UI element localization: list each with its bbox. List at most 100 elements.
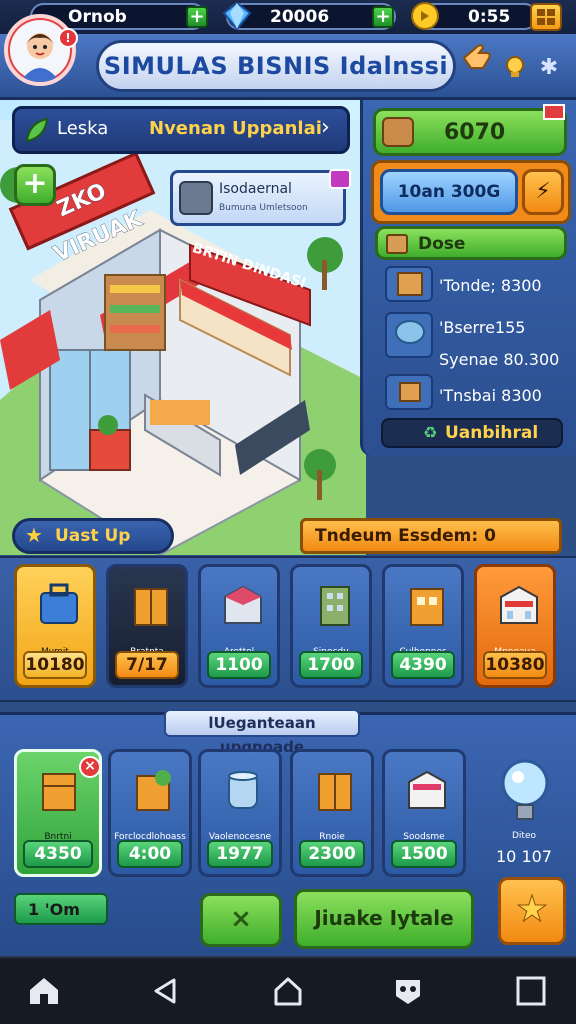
section-header[interactable]: Dose [375,226,567,260]
briefcase-icon [382,117,414,147]
shop-card-price: 10380 [483,651,547,679]
shop-card[interactable]: Arettol 1100 [198,564,280,688]
inventory-list: 'Tonde; 8300 'Bserre155 Syenae 80.300 'T… [381,262,571,412]
info-card[interactable]: Isodaernal Bumuna Umletsoon [170,169,351,226]
shop-card[interactable]: Sinocdu 1700 [290,564,372,688]
location-value: Nvenan Uppanlai [149,118,322,139]
list-item[interactable]: 'Tnsbai 8300 [381,374,571,414]
package-icon [386,234,408,254]
notification-badge[interactable]: ! [58,28,78,48]
office-building-icon [313,581,357,629]
chevron-right-icon: › [321,115,330,140]
upgrade-card[interactable]: × Bnrtni 4350 [14,749,102,877]
shop-card[interactable]: Mvmit 10180 [14,564,96,688]
carton-icon [313,766,357,814]
player-avatar[interactable] [4,14,76,86]
shop-card-price: 4390 [391,651,455,679]
cash-value: 6070 [444,120,506,145]
home-outline-icon[interactable] [268,974,308,1010]
counter-value: 1 'Om [28,900,80,919]
location-bar[interactable]: Leska Nvenan Uppanlai › [12,106,350,154]
panel-action-button[interactable]: ♻ Uanbihral [381,418,563,448]
add-gems-button[interactable]: + [372,6,394,28]
recent-apps-icon[interactable] [510,974,550,1010]
lightbulb-icon[interactable] [498,757,552,827]
favorite-star-button[interactable]: ★ [498,877,566,945]
mall-icon [497,581,541,629]
page-title: SIMULAS BISNIS Idalnssi [96,40,456,92]
panel-action-label: Uanbihral [445,423,539,443]
upgrade-action-button[interactable]: Jiuake Iytale [294,889,474,949]
collect-income-button[interactable]: ⚡ [522,169,564,215]
upgrade-panel: lUeganteaan upgnoade × Bnrtni 4350 Forcl… [0,709,576,956]
upgrade-card-price: 1977 [207,840,273,868]
upgrade-card[interactable]: Vaolenocesne 1977 [198,749,282,877]
box-icon [385,374,433,410]
list-item[interactable]: 'Tonde; 8300 [381,264,571,304]
section-title: Dose [418,234,466,254]
menu-grid-button[interactable] [530,3,562,31]
trophy-icon[interactable] [502,54,528,80]
store-illustration [0,120,366,555]
upgrade-card-price: 2300 [299,840,365,868]
income-box: 10an 300G ⚡ [371,160,571,224]
gem-icon [222,1,252,31]
upgrade-card[interactable]: Soodsme 1500 [382,749,466,877]
shop-card[interactable]: Mnneaua 10380 [474,564,556,688]
list-item-label: 'Tonde; 8300 [439,276,542,295]
upgrade-card[interactable]: Forclocdlohoass 4:00 [108,749,192,877]
stats-panel: 6070 10an 300G ⚡ Dose 'Tonde; 8300 'Bser… [360,100,576,456]
back-icon[interactable] [146,974,186,1010]
location-label: Leska [57,118,109,139]
upgrade-card-price: 4:00 [117,840,183,868]
hand-pointer-icon [458,40,492,74]
toolbox-icon [37,581,81,629]
list-item-label: 'Tnsbai 8300 [439,386,542,405]
upgrade-title: lUeganteaan upgnoade [164,709,360,756]
shop-row: Mvmit 10180 Bratnta 7/17 Arettol 1100 Si… [0,556,576,702]
home-icon[interactable] [24,974,64,1010]
unlock-label: Uast Up [55,526,131,546]
assistant-icon[interactable] [388,974,428,1010]
star-icon: ★ [25,523,43,547]
remove-badge-icon[interactable]: × [79,756,99,778]
plant-crate-icon [131,766,175,814]
income-button[interactable]: 10an 300G [380,169,518,215]
unlock-bar[interactable]: ★ Uast Up [12,518,174,554]
shop-card[interactable]: Bratnta 7/17 [106,564,188,688]
list-item-label: 'Bserre155 [439,318,526,337]
shop-card-price: 7/17 [115,651,179,679]
bottom-navigation [0,956,576,1024]
coins-count: 0:55 [468,6,511,27]
add-building-button[interactable]: + [14,164,56,206]
add-energy-button[interactable]: + [186,6,208,28]
upgrade-card[interactable]: Rnoie 2300 [290,749,374,877]
shop-building-icon [221,581,265,629]
trend-bar[interactable]: Tndeum Essdem: 0 [300,518,562,554]
list-item[interactable]: 'Bserre155 [381,312,571,358]
extra-label: Diteo [511,831,536,841]
gems-count: 20006 [270,6,330,27]
shop-card-price: 10180 [23,651,87,679]
info-tag-icon [329,169,351,189]
top-resource-bar: Ornob + 20006 + 0:55 [0,0,576,34]
list-item-label: Syenae 80.300 [439,350,560,369]
settings-icon[interactable]: ✱ [536,56,562,80]
carton-icon [129,581,173,629]
leaf-icon [23,115,51,145]
recycle-icon: ♻ [423,423,438,442]
store-scene[interactable]: ZKO VIRUAK BRTIN DINDASI [0,100,366,555]
tank-icon [221,766,265,814]
player-name: Ornob [68,6,127,27]
trend-label: Tndeum Essdem: 0 [315,526,496,546]
counter-box[interactable]: 1 'Om [14,893,108,925]
shop-card-price: 1700 [299,651,363,679]
cash-button[interactable]: 6070 [373,108,567,156]
cancel-button[interactable]: × [200,893,282,947]
list-item[interactable]: Syenae 80.300 [381,348,571,372]
upgrade-card-price: 4350 [23,840,93,868]
flag-icon [543,104,565,120]
shop-card[interactable]: Culhonnes 4390 [382,564,464,688]
crate-icon [37,766,81,814]
crate-icon [385,266,433,302]
